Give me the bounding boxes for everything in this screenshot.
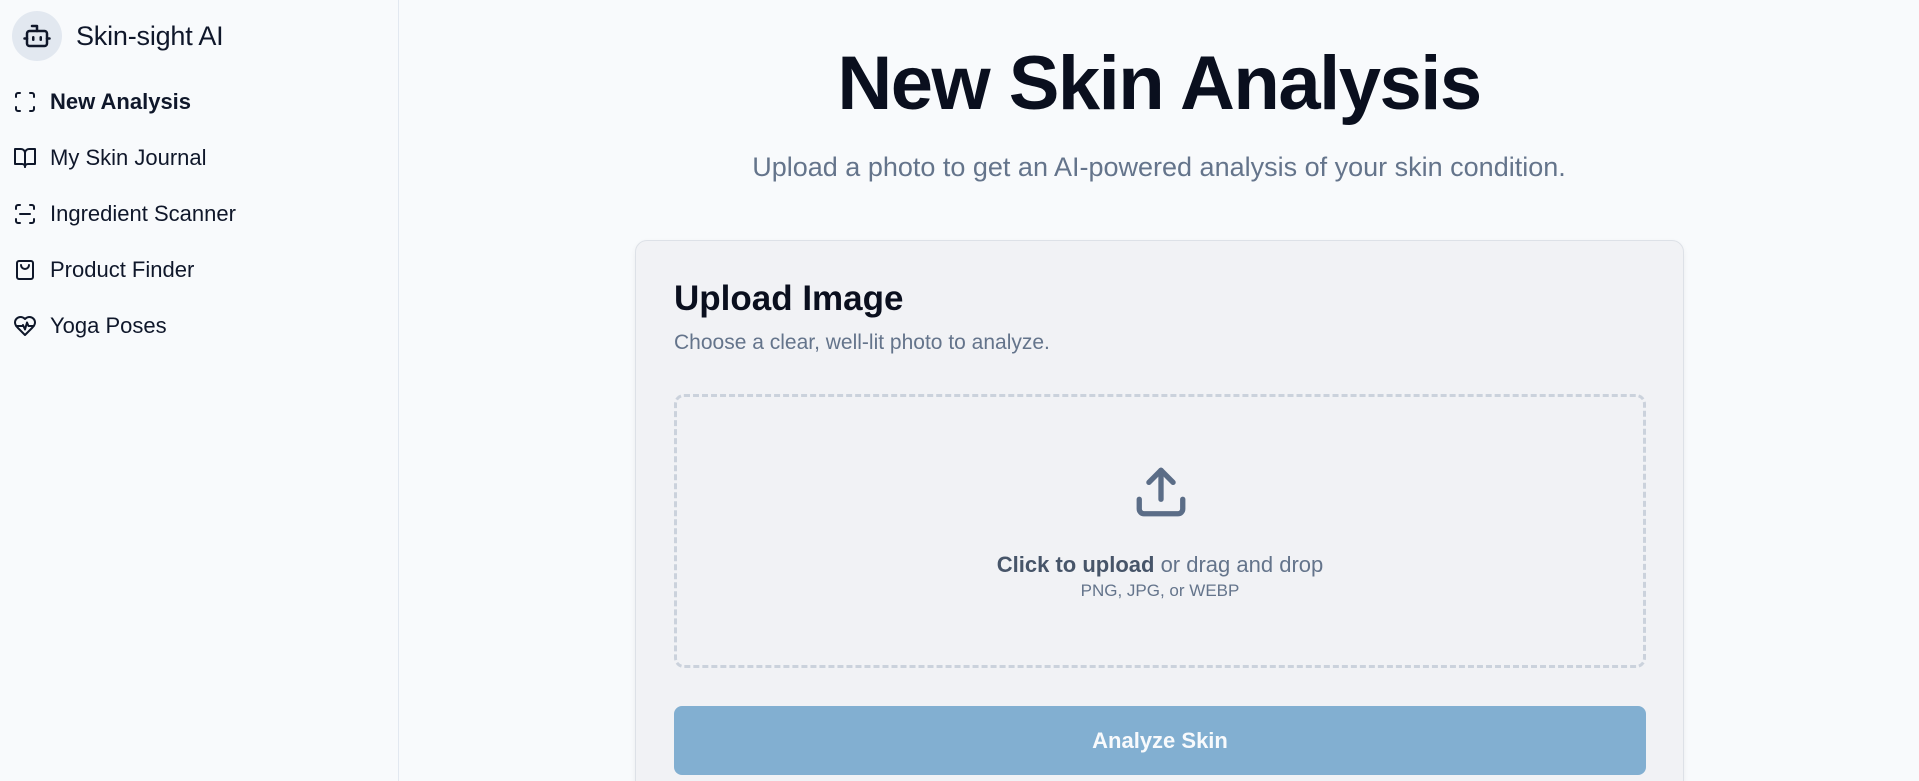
drag-drop-text: or drag and drop (1154, 552, 1324, 577)
analyze-skin-button[interactable]: Analyze Skin (674, 706, 1646, 775)
upload-dropzone[interactable]: Click to upload or drag and drop PNG, JP… (674, 394, 1646, 668)
sidebar-item-my-skin-journal[interactable]: My Skin Journal (0, 130, 398, 186)
sidebar-nav: New Analysis My Skin Journal Ingredient … (0, 74, 398, 354)
sidebar-item-label: New Analysis (50, 89, 192, 114)
sidebar-item-label: Ingredient Scanner (50, 201, 236, 226)
sidebar-item-label: Product Finder (50, 257, 195, 282)
card-title: Upload Image (674, 279, 904, 318)
shopping-bag-icon (12, 257, 38, 283)
dropzone-instructions: Click to upload or drag and drop (677, 552, 1643, 578)
card-description: Choose a clear, well-lit photo to analyz… (674, 331, 1050, 354)
brand-name: Skin-sight AI (76, 20, 224, 51)
page-title: New Skin Analysis (837, 41, 1482, 126)
click-to-upload-link[interactable]: Click to upload (997, 552, 1155, 577)
sidebar-item-yoga-poses[interactable]: Yoga Poses (0, 298, 398, 354)
page-subtitle: Upload a photo to get an AI-powered anal… (752, 152, 1566, 182)
app-root: Skin-sight AI New Analysis My Skin Journ… (0, 0, 1919, 781)
sidebar-item-new-analysis[interactable]: New Analysis (0, 74, 398, 130)
sidebar-item-product-finder[interactable]: Product Finder (0, 242, 398, 298)
scan-frame-icon (12, 89, 38, 115)
upload-card: Upload Image Choose a clear, well-lit ph… (635, 240, 1684, 781)
heart-pulse-icon (12, 313, 38, 339)
main-content: New Skin Analysis Upload a photo to get … (399, 0, 1919, 781)
accepted-formats: PNG, JPG, or WEBP (1080, 581, 1240, 600)
scan-line-icon (12, 201, 38, 227)
sidebar-item-ingredient-scanner[interactable]: Ingredient Scanner (0, 186, 398, 242)
sidebar: Skin-sight AI New Analysis My Skin Journ… (0, 0, 399, 781)
brand[interactable]: Skin-sight AI (0, 11, 398, 61)
robot-icon (12, 11, 62, 61)
sidebar-item-label: Yoga Poses (50, 313, 167, 338)
book-open-icon (12, 145, 38, 171)
sidebar-item-label: My Skin Journal (50, 145, 207, 170)
upload-icon (1132, 463, 1190, 526)
